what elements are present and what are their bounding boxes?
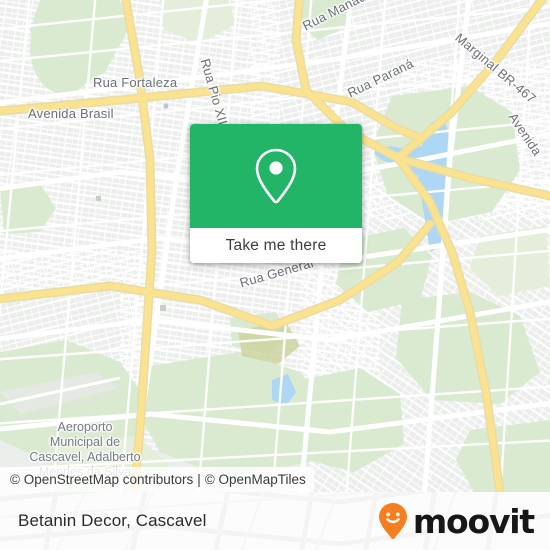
moovit-pin-icon bbox=[378, 503, 407, 540]
page-title: Betanin Decor, Cascavel bbox=[18, 511, 207, 530]
moovit-map-screen: Rua Fortaleza Avenida Brasil Rua Pio XII… bbox=[0, 0, 550, 550]
footer-bar: Betanin Decor, Cascavel moovit bbox=[0, 492, 550, 550]
moovit-logo[interactable]: moovit bbox=[378, 492, 535, 550]
map-canvas[interactable]: Rua Fortaleza Avenida Brasil Rua Pio XII… bbox=[0, 0, 550, 492]
attribution-openmaptiles[interactable]: © OpenMapTiles bbox=[205, 472, 306, 487]
attribution-separator: | bbox=[197, 472, 201, 487]
moovit-wordmark: moovit bbox=[412, 501, 535, 541]
take-me-there-button[interactable]: Take me there bbox=[190, 228, 362, 263]
map-pin-icon bbox=[255, 148, 297, 204]
attribution-osm[interactable]: © OpenStreetMap contributors bbox=[10, 472, 193, 487]
place-popup-card[interactable]: Take me there bbox=[190, 124, 362, 263]
place-popup-header bbox=[190, 124, 362, 228]
map-attribution-bar: © OpenStreetMap contributors | © OpenMap… bbox=[0, 467, 314, 492]
